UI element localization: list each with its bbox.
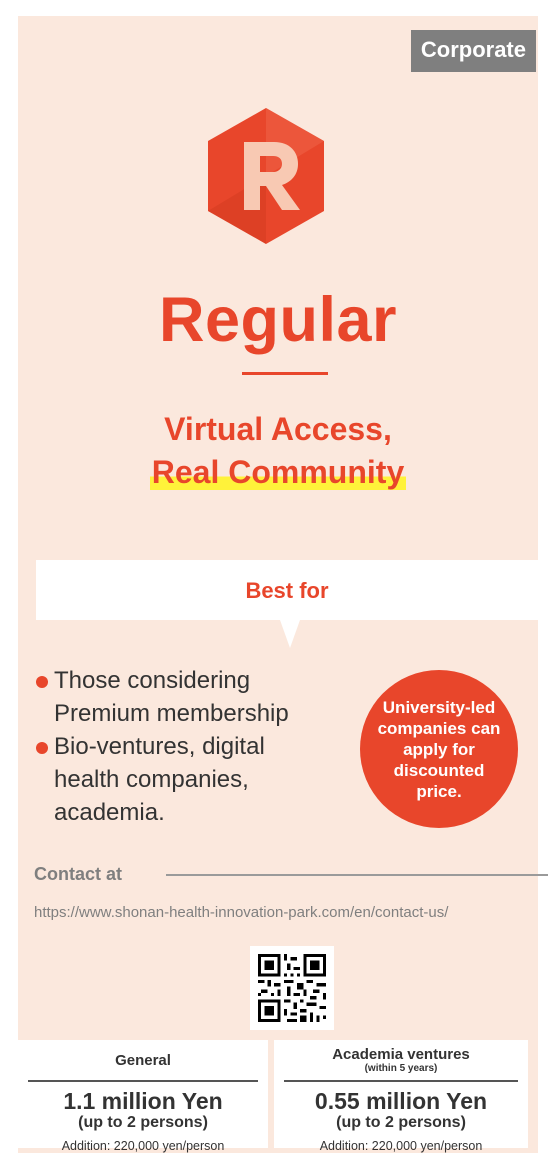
price-amount: 1.1 million Yen [63,1088,223,1114]
price-amount: 0.55 million Yen [314,1088,488,1114]
price-category: Academia ventures [332,1045,470,1063]
plan-title: Regular [158,285,398,355]
contact-url-link[interactable]: https://www.shonan-health-innovation-par… [34,904,448,921]
price-subcategory: (within 5 years) [364,1062,438,1074]
tagline: Virtual Access, Real Community [18,408,538,494]
price-divider [284,1080,518,1082]
list-item: Bio-ventures, digital health companies, … [34,730,314,829]
price-box-header: Academia ventures (within 5 years) [274,1040,528,1080]
best-for-banner: Best for [36,560,538,620]
bullet-icon [36,676,48,688]
contact-divider [166,874,548,876]
best-for-list: Those considering Premium membership Bio… [34,664,314,829]
discount-circle: University-led companies can apply for d… [360,670,518,828]
price-addition: Addition: 220,000 yen/person [319,1139,483,1153]
membership-card: Corporate Regular Virtual Access, Real C… [18,16,548,1153]
price-persons: (up to 2 persons) [336,1114,466,1131]
qr-code-icon[interactable] [250,946,334,1030]
corporate-badge: Corporate [410,30,536,72]
price-box-academia: Academia ventures (within 5 years) 0.55 … [274,1040,528,1153]
price-category: General [115,1051,171,1069]
price-persons: (up to 2 persons) [78,1114,208,1131]
price-box-header: General [18,1040,268,1080]
title-underline [242,372,328,375]
price-addition: Addition: 220,000 yen/person [61,1139,225,1153]
tagline-line-2: Real Community [149,454,407,490]
price-divider [28,1080,258,1082]
bullet-icon [36,742,48,754]
contact-label: Contact at [34,864,123,884]
price-box-general: General 1.1 million Yen (up to 2 persons… [18,1040,268,1153]
list-item: Those considering Premium membership [34,664,314,730]
regular-logo-icon [204,106,328,246]
best-for-banner-tail [280,620,300,648]
tagline-line-1: Virtual Access, [164,411,392,447]
